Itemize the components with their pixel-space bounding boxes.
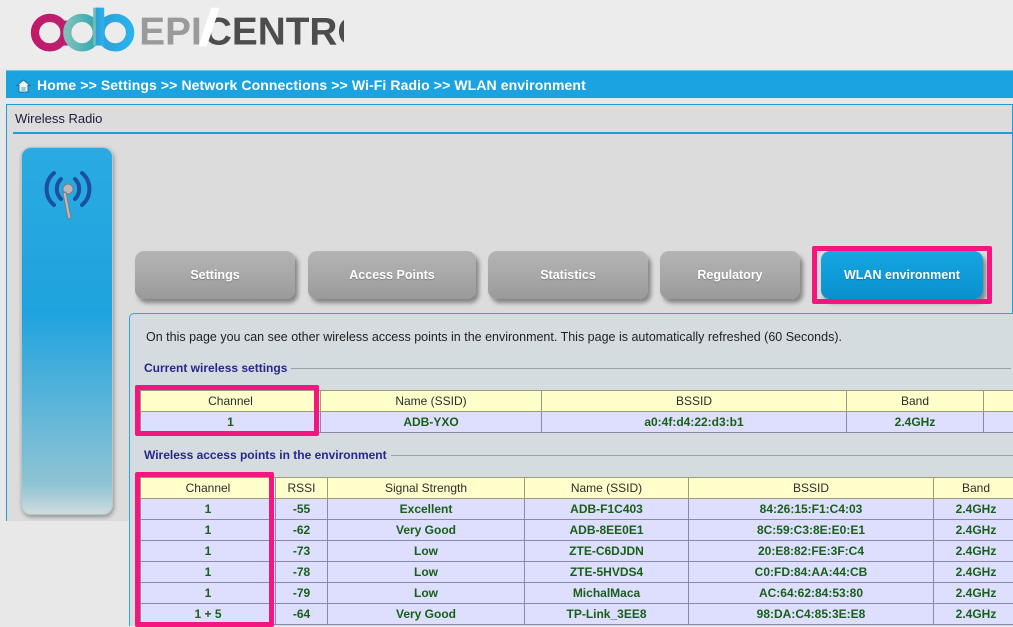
table-row: 1-79LowMichalMacaAC:64:62:84:53:802.4GHz — [141, 583, 1013, 604]
table-cell: -64 — [276, 604, 328, 625]
home-icon — [16, 79, 31, 93]
wireless-antenna-icon — [37, 166, 99, 224]
logo-word-centro: CENTRO — [204, 11, 344, 52]
table-cell: ADB-8EE0E1 — [525, 520, 689, 541]
table-row: 1-62Very GoodADB-8EE0E18C:59:C3:8E:E0:E1… — [141, 520, 1013, 541]
table-cell: -73 — [276, 541, 328, 562]
breadcrumb-separator: >> — [161, 77, 178, 93]
logo-word-epi: EPI — [139, 11, 201, 52]
tab-regulatory[interactable]: Regulatory — [660, 251, 800, 299]
breadcrumb-separator: >> — [331, 77, 348, 93]
breadcrumb-separator: >> — [80, 77, 97, 93]
column-header: Name (SSID) — [525, 478, 689, 499]
tab-settings[interactable]: Settings — [135, 251, 295, 299]
column-header: BSSID — [542, 391, 847, 412]
table-cell: ADB-F1C403 — [525, 499, 689, 520]
tab-label: Statistics — [540, 268, 596, 282]
breadcrumb: Home>>Settings>>Network Connections>>Wi-… — [6, 70, 1013, 98]
table-cell: 2.4GHz — [934, 583, 1013, 604]
column-header: Signal Strength — [328, 478, 525, 499]
page-title: Wireless Radio — [15, 111, 102, 126]
table-cell: -78 — [276, 562, 328, 583]
table-cell: -79 — [276, 583, 328, 604]
table-row: 1-73LowZTE-C6DJDN20:E8:82:FE:3F:C42.4GHz — [141, 541, 1013, 562]
column-header: BSSID — [689, 478, 934, 499]
table-cell: MichalMaca — [525, 583, 689, 604]
table-row: 1-55ExcellentADB-F1C40384:26:15:F1:C4:03… — [141, 499, 1013, 520]
column-header: Channel — [141, 391, 321, 412]
table-header-row: ChannelName (SSID)BSSIDBand — [141, 391, 1013, 412]
table-row: 1-78LowZTE-5HVDS4C0:FD:84:AA:44:CB2.4GHz — [141, 562, 1013, 583]
table-cell: 8C:59:C3:8E:E0:E1 — [689, 520, 934, 541]
table-cell: 2.4GHz — [934, 541, 1013, 562]
table-cell: -62 — [276, 520, 328, 541]
table-cell: 1 — [141, 520, 276, 541]
table-cell: Excellent — [328, 499, 525, 520]
table-row: 1ADB-YXOa0:4f:d4:22:d3:b12.4GHz — [141, 412, 1013, 433]
table-row: 1 + 5-64Very GoodTP-Link_3EE898:DA:C4:85… — [141, 604, 1013, 625]
table-cell: 1 — [141, 583, 276, 604]
table-cell: Low — [328, 583, 525, 604]
wireless-side-panel — [21, 147, 113, 515]
column-header: Band — [847, 391, 984, 412]
breadcrumb-item-wi-fi-radio[interactable]: Wi-Fi Radio — [352, 77, 430, 93]
breadcrumb-item-home[interactable]: Home — [37, 77, 76, 93]
column-header: Band — [934, 478, 1013, 499]
table-cell: TP-Link_3EE8 — [525, 604, 689, 625]
table-cell: 1 — [141, 562, 276, 583]
table-cell: Low — [328, 562, 525, 583]
table-cell: 20:E8:82:FE:3F:C4 — [689, 541, 934, 562]
table-cell — [984, 412, 1013, 433]
wireless-radio-window: Wireless Radio Settings Access Points Stat… — [6, 104, 1013, 521]
breadcrumb-item-settings[interactable]: Settings — [101, 77, 157, 93]
column-header — [984, 391, 1013, 412]
table-cell: -55 — [276, 499, 328, 520]
tab-statistics[interactable]: Statistics — [488, 251, 648, 299]
tab-label: Access Points — [349, 268, 434, 282]
wireless-environment-table: ChannelRSSISignal StrengthName (SSID)BSS… — [140, 477, 1013, 625]
breadcrumb-separator: >> — [434, 77, 451, 93]
tab-label: Settings — [190, 268, 239, 282]
table-cell: 1 + 5 — [141, 604, 276, 625]
tab-access-points[interactable]: Access Points — [308, 251, 476, 299]
table-cell: AC:64:62:84:53:80 — [689, 583, 934, 604]
column-header: RSSI — [276, 478, 328, 499]
table-cell: Very Good — [328, 520, 525, 541]
page-header: EPI CENTRO — [0, 0, 1013, 68]
table-cell: ZTE-C6DJDN — [525, 541, 689, 562]
table-cell: 2.4GHz — [847, 412, 984, 433]
current-settings-legend-text: Current wireless settings — [144, 361, 287, 375]
table-cell: ZTE-5HVDS4 — [525, 562, 689, 583]
column-header: Channel — [141, 478, 276, 499]
table-cell: 2.4GHz — [934, 604, 1013, 625]
current-settings-legend: Current wireless settings — [144, 361, 1006, 375]
adb-epicentro-logo: EPI CENTRO — [14, 4, 344, 52]
table-cell: Low — [328, 541, 525, 562]
intro-text: On this page you can see other wireless … — [146, 330, 842, 344]
table-cell: 98:DA:C4:85:3E:E8 — [689, 604, 934, 625]
table-cell: Very Good — [328, 604, 525, 625]
table-cell: 1 — [141, 541, 276, 562]
content-panel: On this page you can see other wireless … — [129, 313, 1013, 626]
title-divider — [13, 132, 1013, 134]
breadcrumb-item-wlan-environment: WLAN environment — [454, 77, 586, 93]
table-cell: 2.4GHz — [934, 520, 1013, 541]
environment-legend-text: Wireless access points in the environmen… — [144, 448, 387, 462]
wlan-environment-tab-highlight — [812, 246, 992, 304]
table-cell: a0:4f:d4:22:d3:b1 — [542, 412, 847, 433]
column-header: Name (SSID) — [321, 391, 542, 412]
table-cell: 84:26:15:F1:C4:03 — [689, 499, 934, 520]
table-header-row: ChannelRSSISignal StrengthName (SSID)BSS… — [141, 478, 1013, 499]
tab-label: Regulatory — [697, 268, 762, 282]
table-cell: 2.4GHz — [934, 499, 1013, 520]
table-cell: 1 — [141, 499, 276, 520]
environment-legend: Wireless access points in the environmen… — [144, 448, 1006, 462]
current-wireless-settings-table: ChannelName (SSID)BSSIDBand 1ADB-YXOa0:4… — [140, 390, 1013, 433]
table-cell: ADB-YXO — [321, 412, 542, 433]
table-cell: C0:FD:84:AA:44:CB — [689, 562, 934, 583]
breadcrumb-item-network-connections[interactable]: Network Connections — [181, 77, 327, 93]
table-cell: 2.4GHz — [934, 562, 1013, 583]
table-cell: 1 — [141, 412, 321, 433]
